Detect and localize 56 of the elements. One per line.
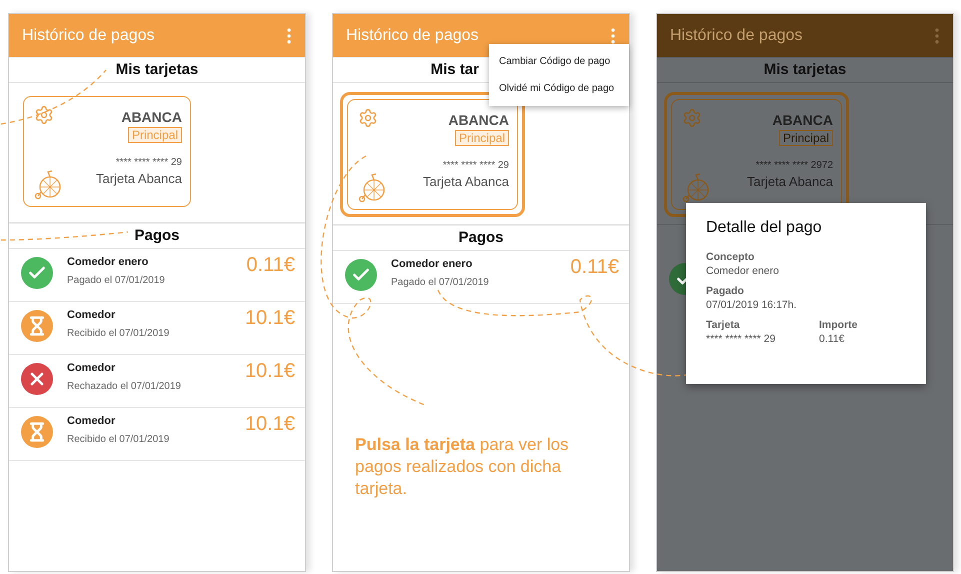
payment-title: Comedor enero bbox=[391, 258, 474, 270]
payment-amount: 0.11€ bbox=[570, 256, 619, 279]
payment-amount: 0.11€ bbox=[246, 254, 295, 277]
field-value: 07/01/2019 16:17h. bbox=[706, 299, 798, 311]
settings-icon[interactable] bbox=[682, 108, 702, 128]
payment-amount: 10.1€ bbox=[244, 413, 295, 436]
field-value: Comedor enero bbox=[706, 265, 780, 277]
principal-tag: Principal bbox=[128, 127, 182, 143]
field-label: Pagado bbox=[706, 285, 745, 297]
section-heading: Pagos bbox=[333, 225, 629, 251]
card-number: **** **** **** 29 bbox=[442, 160, 509, 171]
payment-date: Pagado el 07/01/2019 bbox=[67, 275, 166, 286]
payment-card[interactable]: ABANCA Principal **** **** **** 29 Tarjeta Abanca bbox=[23, 96, 191, 207]
settings-icon[interactable] bbox=[358, 108, 378, 128]
bicycle-icon bbox=[682, 173, 710, 203]
payment-title: Comedor enero bbox=[67, 256, 150, 268]
payment-date: Recibido el 07/01/2019 bbox=[67, 328, 170, 339]
bank-name: ABANCA bbox=[448, 112, 509, 128]
section-heading: Mis tarjetas bbox=[657, 57, 953, 83]
dialog-title: Detalle del pago bbox=[706, 219, 823, 237]
field-value: 0.11€ bbox=[819, 333, 846, 345]
payment-row[interactable]: Comedor Recibido el 07/01/2019 10.1€ bbox=[9, 302, 305, 355]
app-title: Histórico de pagos bbox=[346, 26, 479, 44]
payment-title: Comedor bbox=[67, 309, 116, 321]
payment-title: Comedor bbox=[67, 415, 116, 427]
bank-name: ABANCA bbox=[121, 109, 182, 125]
payment-row[interactable]: Comedor enero Pagado el 07/01/2019 0.11€ bbox=[333, 251, 629, 304]
payment-date: Rechazado el 07/01/2019 bbox=[67, 381, 182, 392]
section-heading: Pagos bbox=[9, 223, 305, 249]
payment-row[interactable]: Comedor enero Pagado el 07/01/2019 0.11€ bbox=[9, 249, 305, 302]
payment-title: Comedor bbox=[67, 362, 116, 374]
settings-icon[interactable] bbox=[34, 105, 54, 125]
payment-amount: 10.1€ bbox=[244, 360, 295, 383]
app-title: Histórico de pagos bbox=[670, 26, 803, 44]
payment-date: Recibido el 07/01/2019 bbox=[67, 434, 170, 445]
card-number: **** **** **** 29 bbox=[116, 157, 182, 168]
payment-amount: 10.1€ bbox=[244, 307, 295, 330]
app-title: Histórico de pagos bbox=[22, 26, 155, 44]
card-name: Tarjeta Abanca bbox=[96, 171, 182, 186]
field-label: Concepto bbox=[706, 251, 756, 263]
bank-name: ABANCA bbox=[772, 112, 833, 128]
bicycle-icon bbox=[34, 170, 62, 200]
principal-tag: Principal bbox=[778, 130, 833, 146]
field-value: **** **** **** 29 bbox=[706, 333, 776, 345]
card-name: Tarjeta Abanca bbox=[422, 174, 509, 189]
payment-row[interactable]: Comedor Recibido el 07/01/2019 10.1€ bbox=[9, 408, 305, 461]
field-label: Tarjeta bbox=[706, 319, 741, 331]
section-heading: Mis tarjetas bbox=[9, 57, 305, 83]
payment-date: Pagado el 07/01/2019 bbox=[391, 277, 490, 288]
card-number: **** **** **** 2972 bbox=[756, 160, 833, 171]
field-label: Importe bbox=[819, 319, 859, 331]
payment-row[interactable]: Comedor Rechazado el 07/01/2019 10.1€ bbox=[9, 355, 305, 408]
card-name: Tarjeta Abanca bbox=[746, 174, 833, 189]
bicycle-icon bbox=[358, 173, 386, 203]
principal-tag: Principal bbox=[454, 130, 509, 146]
hint-text: Pulsa la tarjeta para ver los pagos realizados con dicha tarjeta. bbox=[355, 434, 570, 500]
